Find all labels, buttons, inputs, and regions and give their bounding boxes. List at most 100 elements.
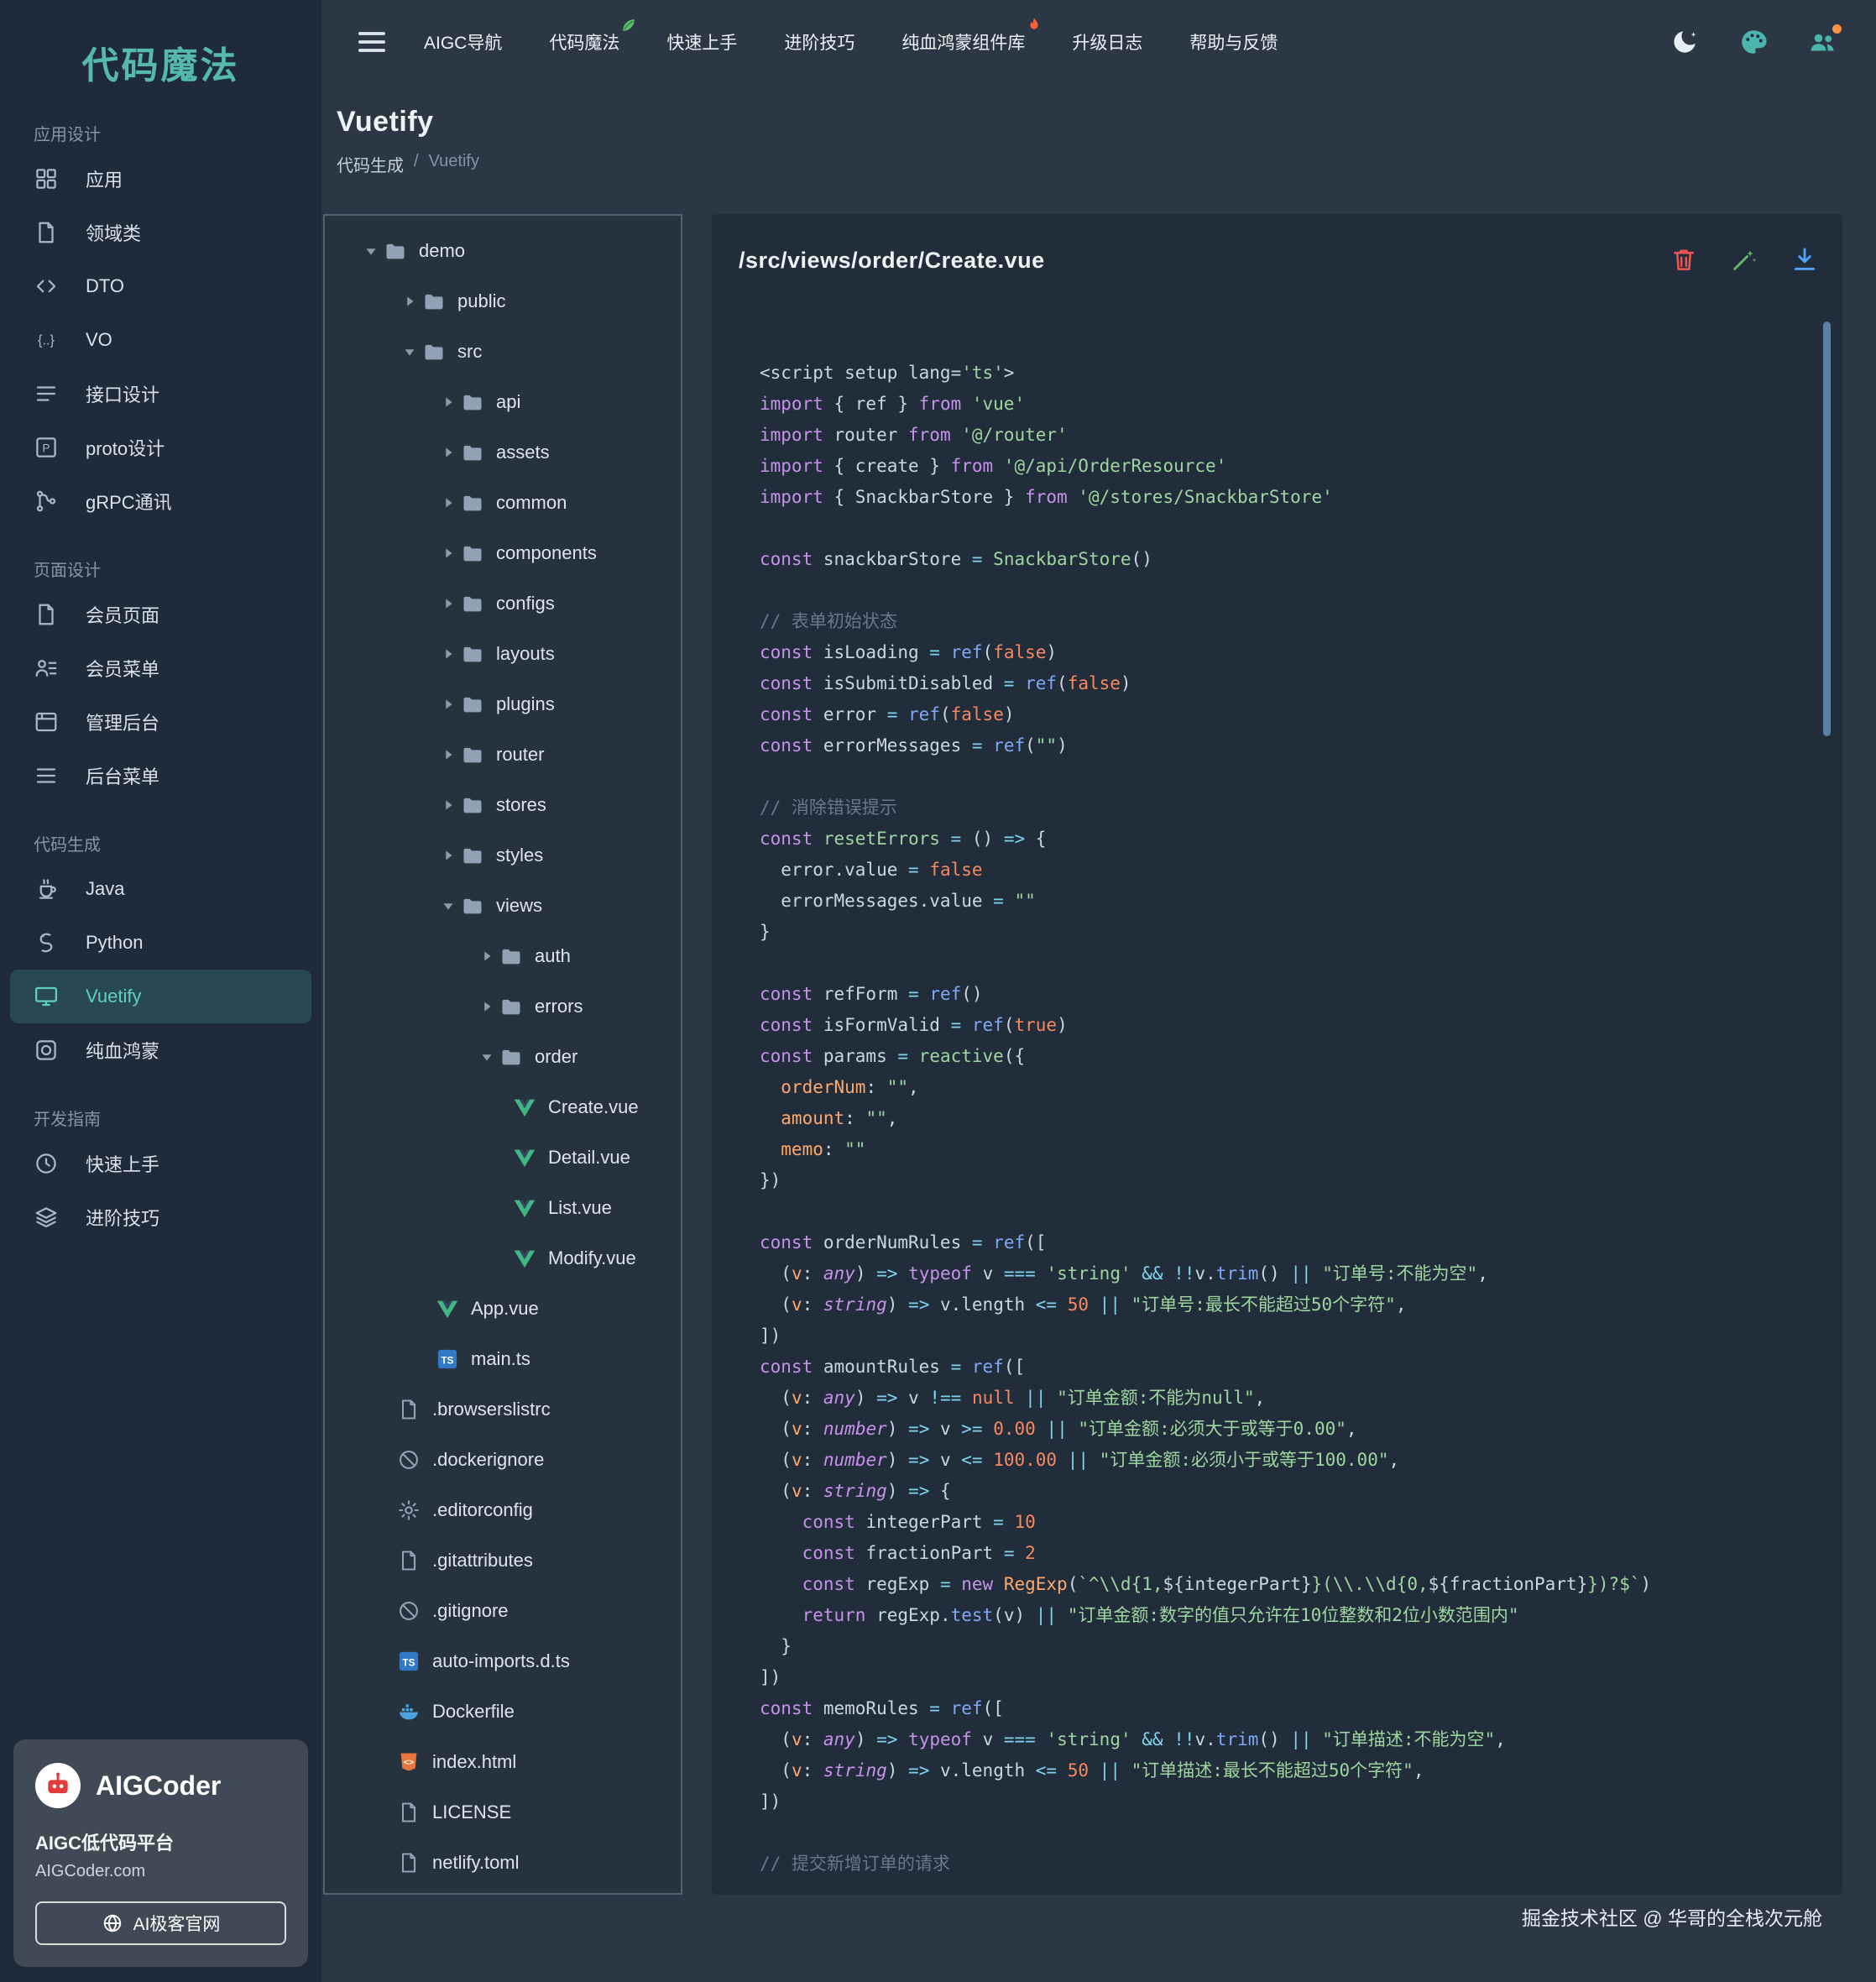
sidebar-item-grpc[interactable]: gRPC通讯 [0, 474, 321, 528]
top-nav-aigc-nav[interactable]: AIGC导航 [424, 29, 502, 55]
code-line: const fractionPart = 2 [760, 1538, 1792, 1569]
code-scrollbar[interactable] [1823, 322, 1831, 736]
tree-item-label: .editorconfig [432, 1499, 533, 1521]
tree-item-license[interactable]: LICENSE [325, 1787, 681, 1838]
tree-item-app-vue[interactable]: App.vue [325, 1284, 681, 1334]
tree-item-demo[interactable]: demo [325, 226, 681, 276]
tree-item-netlify-toml[interactable]: netlify.toml [325, 1838, 681, 1888]
top-nav-harmony-components[interactable]: 纯血鸿蒙组件库 [901, 29, 1025, 55]
breadcrumb-parent[interactable]: 代码生成 [337, 152, 404, 176]
tree-item-dockerfile[interactable]: Dockerfile [325, 1687, 681, 1737]
tree-item-auto-imports-d-ts[interactable]: TSauto-imports.d.ts [325, 1636, 681, 1687]
vue-file-icon [513, 1247, 536, 1270]
window-icon [34, 709, 59, 735]
theme-button[interactable] [1738, 27, 1769, 57]
caret-right-icon [436, 745, 461, 764]
tree-item-layouts[interactable]: layouts [325, 629, 681, 679]
tree-item-auth[interactable]: auth [325, 931, 681, 981]
top-nav-advanced-tips[interactable]: 进阶技巧 [784, 29, 854, 55]
tree-item-router[interactable]: router [325, 730, 681, 780]
tree-item-index-html[interactable]: <>index.html [325, 1737, 681, 1787]
topbar-actions [1670, 27, 1837, 57]
tree-item-src[interactable]: src [325, 327, 681, 377]
folder-icon [461, 491, 484, 515]
ignore-file-icon [397, 1599, 421, 1623]
code-icon [34, 274, 59, 299]
code-line: import { ref } from 'vue' [760, 389, 1792, 420]
braces-icon: {..} [34, 327, 59, 353]
palette-icon [1738, 27, 1769, 57]
top-nav-help-feedback[interactable]: 帮助与反馈 [1189, 29, 1278, 55]
top-nav-changelog[interactable]: 升级日志 [1072, 29, 1142, 55]
generate-button[interactable] [1730, 244, 1758, 273]
tree-item-dockerignore[interactable]: .dockerignore [325, 1435, 681, 1485]
sidebar-item-domain-class[interactable]: 领域类 [0, 206, 321, 259]
top-nav-label: 进阶技巧 [784, 34, 854, 53]
tree-item-common[interactable]: common [325, 478, 681, 528]
community-button[interactable] [1807, 27, 1837, 57]
breadcrumb: 代码生成 / Vuetify [337, 152, 1876, 176]
sidebar-item-app[interactable]: 应用 [0, 152, 321, 206]
tree-item-components[interactable]: components [325, 528, 681, 578]
tree-item-stores[interactable]: stores [325, 780, 681, 830]
tree-item-gitignore[interactable]: .gitignore [325, 1586, 681, 1636]
folder-icon [461, 541, 484, 565]
tree-item-browserslistrc[interactable]: .browserslistrc [325, 1384, 681, 1435]
delete-button[interactable] [1670, 244, 1698, 273]
tree-item-label: stores [496, 794, 546, 816]
menu-toggle-button[interactable] [355, 25, 389, 59]
sidebar-item-member-menu[interactable]: 会员菜单 [0, 641, 321, 695]
caret-right-icon [436, 796, 461, 814]
sidebar-item-quick-start[interactable]: 快速上手 [0, 1137, 321, 1190]
top-nav-quick-start[interactable]: 快速上手 [666, 29, 737, 55]
tree-item-detail-vue[interactable]: Detail.vue [325, 1132, 681, 1183]
download-button[interactable] [1790, 244, 1819, 273]
sidebar-item-proto-design[interactable]: Pproto设计 [0, 421, 321, 474]
tree-item-label: App.vue [471, 1298, 539, 1320]
tree-item-errors[interactable]: errors [325, 981, 681, 1032]
tree-item-create-vue[interactable]: Create.vue [325, 1082, 681, 1132]
tree-item-main-ts[interactable]: TSmain.ts [325, 1334, 681, 1384]
code-line: ]) [760, 1320, 1792, 1352]
sidebar-item-harmony[interactable]: 纯血鸿蒙 [0, 1023, 321, 1077]
tree-item-label: auth [535, 945, 571, 967]
sidebar-item-advanced-tips[interactable]: 进阶技巧 [0, 1190, 321, 1244]
tree-item-label: Create.vue [548, 1096, 639, 1118]
sidebar-item-vuetify[interactable]: Vuetify [10, 970, 311, 1023]
code-line: (v: string) => v.length <= 50 || "订单号:最长… [760, 1289, 1792, 1320]
sidebar-item-python[interactable]: Python [0, 916, 321, 970]
sidebar-item-api-design[interactable]: 接口设计 [0, 367, 321, 421]
top-nav: AIGC导航 代码魔法 快速上手 进阶技巧 纯血鸿蒙组件库 升级日志 帮助与反馈 [424, 29, 1278, 55]
tree-item-label: plugins [496, 693, 555, 715]
caret-right-icon [436, 393, 461, 411]
folder-icon [461, 390, 484, 414]
tree-item-public[interactable]: public [325, 276, 681, 327]
sidebar-item-member-page[interactable]: 会员页面 [0, 588, 321, 641]
tree-item-api[interactable]: api [325, 377, 681, 427]
tree-item-list-vue[interactable]: List.vue [325, 1183, 681, 1233]
tree-item-styles[interactable]: styles [325, 830, 681, 881]
sidebar-item-label: Java [86, 878, 124, 900]
sidebar-item-vo[interactable]: {..}VO [0, 313, 321, 367]
tree-item-plugins[interactable]: plugins [325, 679, 681, 730]
sidebar-item-admin-console[interactable]: 管理后台 [0, 695, 321, 749]
tree-item-order[interactable]: order [325, 1032, 681, 1082]
caret-down-icon [436, 897, 461, 915]
dark-mode-button[interactable] [1670, 27, 1700, 57]
gear-file-icon [397, 1498, 421, 1522]
vue-file-icon [436, 1297, 459, 1320]
sidebar-item-admin-menu[interactable]: 后台菜单 [0, 749, 321, 803]
code-line: const isSubmitDisabled = ref(false) [760, 668, 1792, 699]
tree-item-configs[interactable]: configs [325, 578, 681, 629]
svg-text:{..}: {..} [38, 333, 55, 348]
tree-item-views[interactable]: views [325, 881, 681, 931]
top-nav-code-magic[interactable]: 代码魔法 [549, 29, 619, 55]
tree-item-editorconfig[interactable]: .editorconfig [325, 1485, 681, 1535]
tree-item-assets[interactable]: assets [325, 427, 681, 478]
sidebar-item-dto[interactable]: DTO [0, 259, 321, 313]
sidebar-item-java[interactable]: Java [0, 862, 321, 916]
official-site-button[interactable]: AI极客官网 [35, 1901, 286, 1945]
tree-item-label: List.vue [548, 1197, 612, 1219]
tree-item-gitattributes[interactable]: .gitattributes [325, 1535, 681, 1586]
tree-item-modify-vue[interactable]: Modify.vue [325, 1233, 681, 1284]
